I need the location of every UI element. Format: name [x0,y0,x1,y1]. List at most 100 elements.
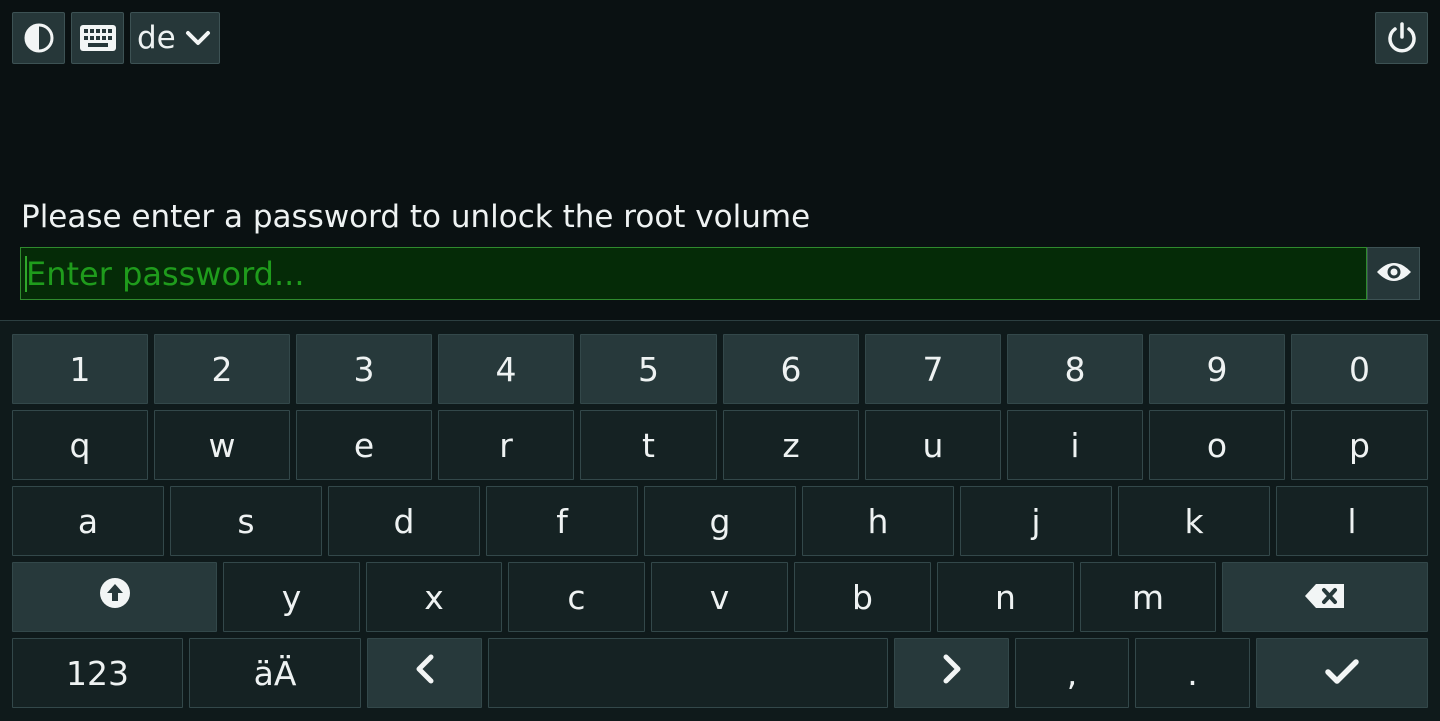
key-label: 6 [780,349,802,389]
key-label: e [353,425,375,465]
key-label: n [995,577,1016,617]
key-z[interactable]: z [723,410,859,480]
key-label: 4 [495,349,517,389]
space-key[interactable] [488,638,888,708]
key-label: j [1031,501,1041,541]
key-8[interactable]: 8 [1007,334,1143,404]
key-label: 1 [69,349,91,389]
text-caret [25,256,27,292]
key-r[interactable]: r [438,410,574,480]
shift-arrow-up-icon [99,577,131,617]
key-4[interactable]: 4 [438,334,574,404]
key-l[interactable]: l [1276,486,1428,556]
key-1[interactable]: 1 [12,334,148,404]
key-label: a [77,501,99,541]
cursor-right-key[interactable] [894,638,1009,708]
key-v[interactable]: v [651,562,788,632]
key-c[interactable]: c [508,562,645,632]
key-7[interactable]: 7 [865,334,1001,404]
eye-icon [1375,260,1413,288]
key-label: b [852,577,873,617]
key-u[interactable]: u [865,410,1001,480]
key-label: 2 [211,349,233,389]
key-label: 3 [353,349,375,389]
key-m[interactable]: m [1080,562,1216,632]
key-label: z [782,425,800,465]
key-label: q [69,425,91,465]
key-label: y [281,577,302,617]
on-screen-keyboard: 1 2 3 4 5 6 7 8 9 0 q w e r t z u i o p … [0,320,1440,721]
key-s[interactable]: s [170,486,322,556]
unlock-prompt: Please enter a password to unlock the ro… [21,199,811,235]
key-label: , [1066,653,1078,693]
key-label: o [1206,425,1228,465]
key-j[interactable]: j [960,486,1112,556]
backspace-icon [1304,578,1346,617]
umlaut-mode-key[interactable]: äÄ [189,638,361,708]
key-label: 8 [1064,349,1086,389]
key-label: f [556,501,568,541]
key-b[interactable]: b [794,562,931,632]
key-period[interactable]: . [1135,638,1250,708]
chevron-down-icon [185,29,211,47]
power-button[interactable] [1375,12,1428,64]
key-label: m [1131,577,1165,617]
key-3[interactable]: 3 [296,334,432,404]
key-5[interactable]: 5 [580,334,717,404]
key-d[interactable]: d [328,486,480,556]
contrast-icon [23,22,55,54]
key-label: x [424,577,444,617]
key-label: v [709,577,730,617]
key-label: 9 [1206,349,1228,389]
key-label: h [867,501,889,541]
key-n[interactable]: n [937,562,1074,632]
key-x[interactable]: x [366,562,502,632]
key-f[interactable]: f [486,486,638,556]
backspace-key[interactable] [1222,562,1428,632]
contrast-toggle-button[interactable] [12,12,65,64]
key-2[interactable]: 2 [154,334,290,404]
language-select[interactable]: de [130,12,220,64]
key-label: 123 [66,653,129,693]
key-label: i [1070,425,1080,465]
cursor-left-key[interactable] [367,638,482,708]
key-label: äÄ [253,653,297,693]
key-h[interactable]: h [802,486,954,556]
key-label: d [393,501,415,541]
enter-key[interactable] [1256,638,1428,708]
language-label: de [137,19,176,56]
power-icon [1386,21,1418,55]
password-field[interactable] [20,247,1367,300]
key-label: t [642,425,655,465]
key-g[interactable]: g [644,486,796,556]
key-label: . [1187,653,1198,693]
key-o[interactable]: o [1149,410,1285,480]
key-p[interactable]: p [1291,410,1428,480]
key-q[interactable]: q [12,410,148,480]
key-label: 5 [638,349,659,389]
key-y[interactable]: y [223,562,360,632]
keyboard-toggle-button[interactable] [71,12,124,64]
numeric-mode-key[interactable]: 123 [12,638,183,708]
chevron-right-icon [942,653,962,693]
key-label: c [567,577,586,617]
key-0[interactable]: 0 [1291,334,1428,404]
shift-key[interactable] [12,562,217,632]
key-label: s [237,501,255,541]
key-t[interactable]: t [580,410,717,480]
show-password-button[interactable] [1367,247,1420,300]
key-label: 7 [922,349,944,389]
key-label: u [922,425,944,465]
key-6[interactable]: 6 [723,334,859,404]
key-a[interactable]: a [12,486,164,556]
key-e[interactable]: e [296,410,432,480]
key-label: k [1184,501,1204,541]
key-9[interactable]: 9 [1149,334,1285,404]
key-k[interactable]: k [1118,486,1270,556]
key-w[interactable]: w [154,410,290,480]
key-i[interactable]: i [1007,410,1143,480]
key-label: r [499,425,513,465]
key-label: p [1349,425,1370,465]
password-input[interactable] [21,248,1366,299]
key-comma[interactable]: , [1015,638,1129,708]
